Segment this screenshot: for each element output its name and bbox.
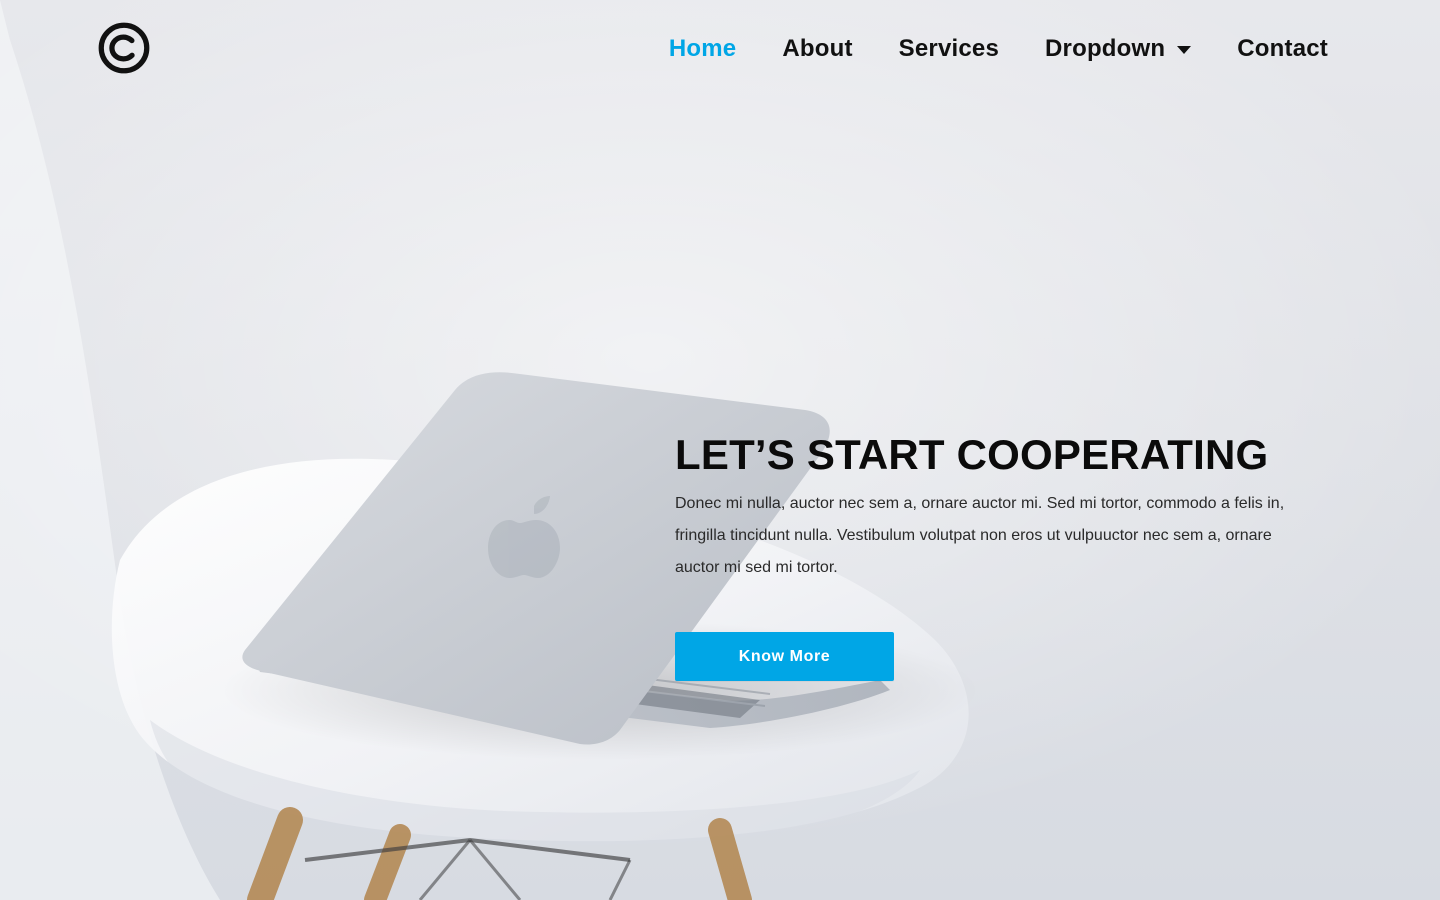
nav-item-services[interactable]: Services [899, 34, 999, 64]
nav-item-about[interactable]: About [782, 34, 852, 64]
nav-item-contact[interactable]: Contact [1237, 34, 1328, 64]
site-header: Home About Services Dropdown Contact [0, 0, 1440, 96]
hero-section: LET’S START COOPERATING Donec mi nulla, … [675, 432, 1315, 681]
site-logo[interactable] [96, 20, 152, 76]
nav-item-dropdown-label: Dropdown [1045, 35, 1166, 62]
landing-page: Home About Services Dropdown Contact LET… [0, 0, 1440, 900]
nav-item-dropdown[interactable]: Dropdown [1045, 34, 1192, 64]
main-nav: Home About Services Dropdown Contact [669, 34, 1328, 64]
caret-down-icon [1177, 46, 1192, 54]
hero-description: Donec mi nulla, auctor nec sem a, ornare… [675, 495, 1285, 576]
copyright-icon [96, 20, 152, 76]
know-more-button[interactable]: Know More [675, 632, 894, 681]
nav-item-home[interactable]: Home [669, 34, 736, 64]
hero-title: LET’S START COOPERATING [675, 431, 1269, 478]
